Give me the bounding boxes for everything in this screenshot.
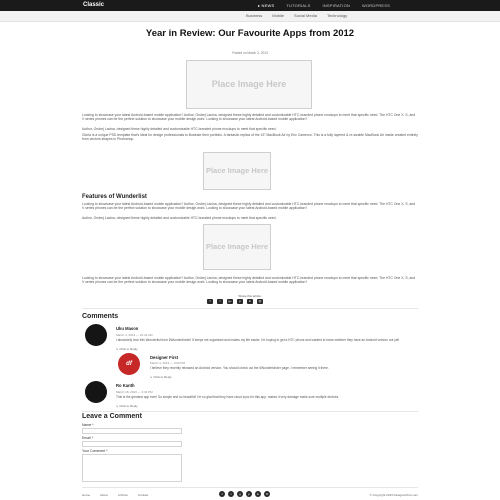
top-navbar: Classic ▸ NEWS TUTORIALS INSPIRATION WOR… (0, 0, 500, 11)
pinterest-icon[interactable]: p (237, 299, 243, 304)
linkedin-icon[interactable]: in (255, 491, 261, 497)
site-logo[interactable]: Classic (83, 2, 104, 8)
nav-tutorials[interactable]: TUTORIALS (286, 3, 310, 8)
twitter-icon[interactable]: t (228, 491, 234, 497)
footer-social: f t g p in ✉ (219, 491, 270, 497)
name-field[interactable] (82, 428, 182, 434)
copyright: © Copyright 2013 DesignerFirst.com (369, 493, 418, 497)
google-plus-icon[interactable]: g+ (227, 299, 233, 304)
email-field[interactable] (82, 441, 182, 447)
comment-text: I believe they recently released an Andr… (150, 366, 329, 370)
share-label: Share this article: (238, 294, 262, 298)
comment-author[interactable]: Uku Mason (116, 326, 138, 331)
post-paragraph-3: Gloria is a unique PSD template that's i… (82, 133, 418, 142)
subnav-mobile[interactable]: Mobile (272, 13, 284, 18)
avatar: df (118, 353, 140, 375)
comment-form-heading: Leave a Comment (82, 413, 142, 420)
comment-textarea[interactable] (82, 454, 182, 482)
facebook-icon[interactable]: f (219, 491, 225, 497)
avatar (85, 324, 107, 346)
post-paragraph-4: Looking to showcase your latest Android-… (82, 202, 416, 211)
subnav-technology[interactable]: Technology (327, 13, 347, 18)
footer-link-about[interactable]: About (100, 493, 108, 497)
email-icon[interactable]: @ (257, 299, 263, 304)
nav-news[interactable]: ▸ NEWS (258, 3, 274, 8)
comment-date: March 4, 2013 — 10:42 AM (116, 333, 153, 337)
comment-date: March 4, 2013 — 3:00 PM (150, 361, 186, 365)
pinterest-icon[interactable]: p (246, 491, 252, 497)
twitter-icon[interactable]: t (217, 299, 223, 304)
avatar (85, 381, 107, 403)
post-paragraph-6: Looking to showcase your latest Android-… (82, 276, 416, 285)
post-meta: Posted on March 3, 2013 (232, 51, 268, 55)
image-placeholder-3: Place Image Here (203, 224, 271, 270)
image-placeholder-2: Place Image Here (203, 152, 271, 190)
comment-label: Your Comment * (82, 449, 108, 453)
post-title: Year in Review: Our Favourite Apps from … (145, 28, 355, 39)
post-paragraph-1: Looking to showcase your latest Android-… (82, 113, 416, 122)
post-paragraph-5: Author, Ondrej Lacina, designed these hi… (82, 216, 277, 220)
subnav-social-media[interactable]: Social Media (294, 13, 317, 18)
post-subheading: Features of Wunderlist (82, 194, 147, 200)
mail-icon[interactable]: ✉ (264, 491, 270, 497)
comments-heading: Comments (82, 313, 119, 320)
post-paragraph-2: Author, Ondrej Lacina, designed these hi… (82, 127, 277, 131)
reply-link[interactable]: ↳ Click to Reply (116, 404, 138, 408)
comment-text: I absolutely love this Wunderlist from 6… (116, 338, 400, 342)
image-placeholder-1: Place Image Here (186, 60, 312, 109)
facebook-icon[interactable]: f (207, 299, 213, 304)
subnav-menu: Business Mobile Social Media Technology (246, 13, 347, 18)
reply-link[interactable]: ↳ Click to Reply (150, 375, 172, 379)
footer-link-archive[interactable]: Archive (118, 493, 128, 497)
reply-link[interactable]: ↳ Click to Reply (116, 347, 138, 351)
divider (82, 411, 418, 412)
email-label: Email * (82, 436, 94, 440)
google-icon[interactable]: g (237, 491, 243, 497)
comment-date: March 18, 2013 — 3:34 PM (116, 390, 153, 394)
linkedin-icon[interactable]: in (247, 299, 253, 304)
comment-author[interactable]: Ro Kanth (116, 383, 135, 388)
top-nav-menu: ▸ NEWS TUTORIALS INSPIRATION WORDPRESS (258, 0, 390, 11)
footer-divider (82, 487, 418, 488)
nav-wordpress[interactable]: WORDPRESS (362, 3, 390, 8)
name-label: Name * (82, 423, 94, 427)
subnav-business[interactable]: Business (246, 13, 262, 18)
comment-author[interactable]: Designer First (150, 355, 178, 360)
share-buttons: f t g+ p in @ (207, 299, 263, 304)
comment-text: This is the greatest app ever! So simple… (116, 395, 340, 399)
nav-inspiration[interactable]: INSPIRATION (323, 3, 350, 8)
footer-link-home[interactable]: Home (82, 493, 90, 497)
divider (82, 308, 418, 309)
footer-link-contact[interactable]: Contact (138, 493, 148, 497)
footer-links: Home About Archive Contact (82, 493, 148, 497)
